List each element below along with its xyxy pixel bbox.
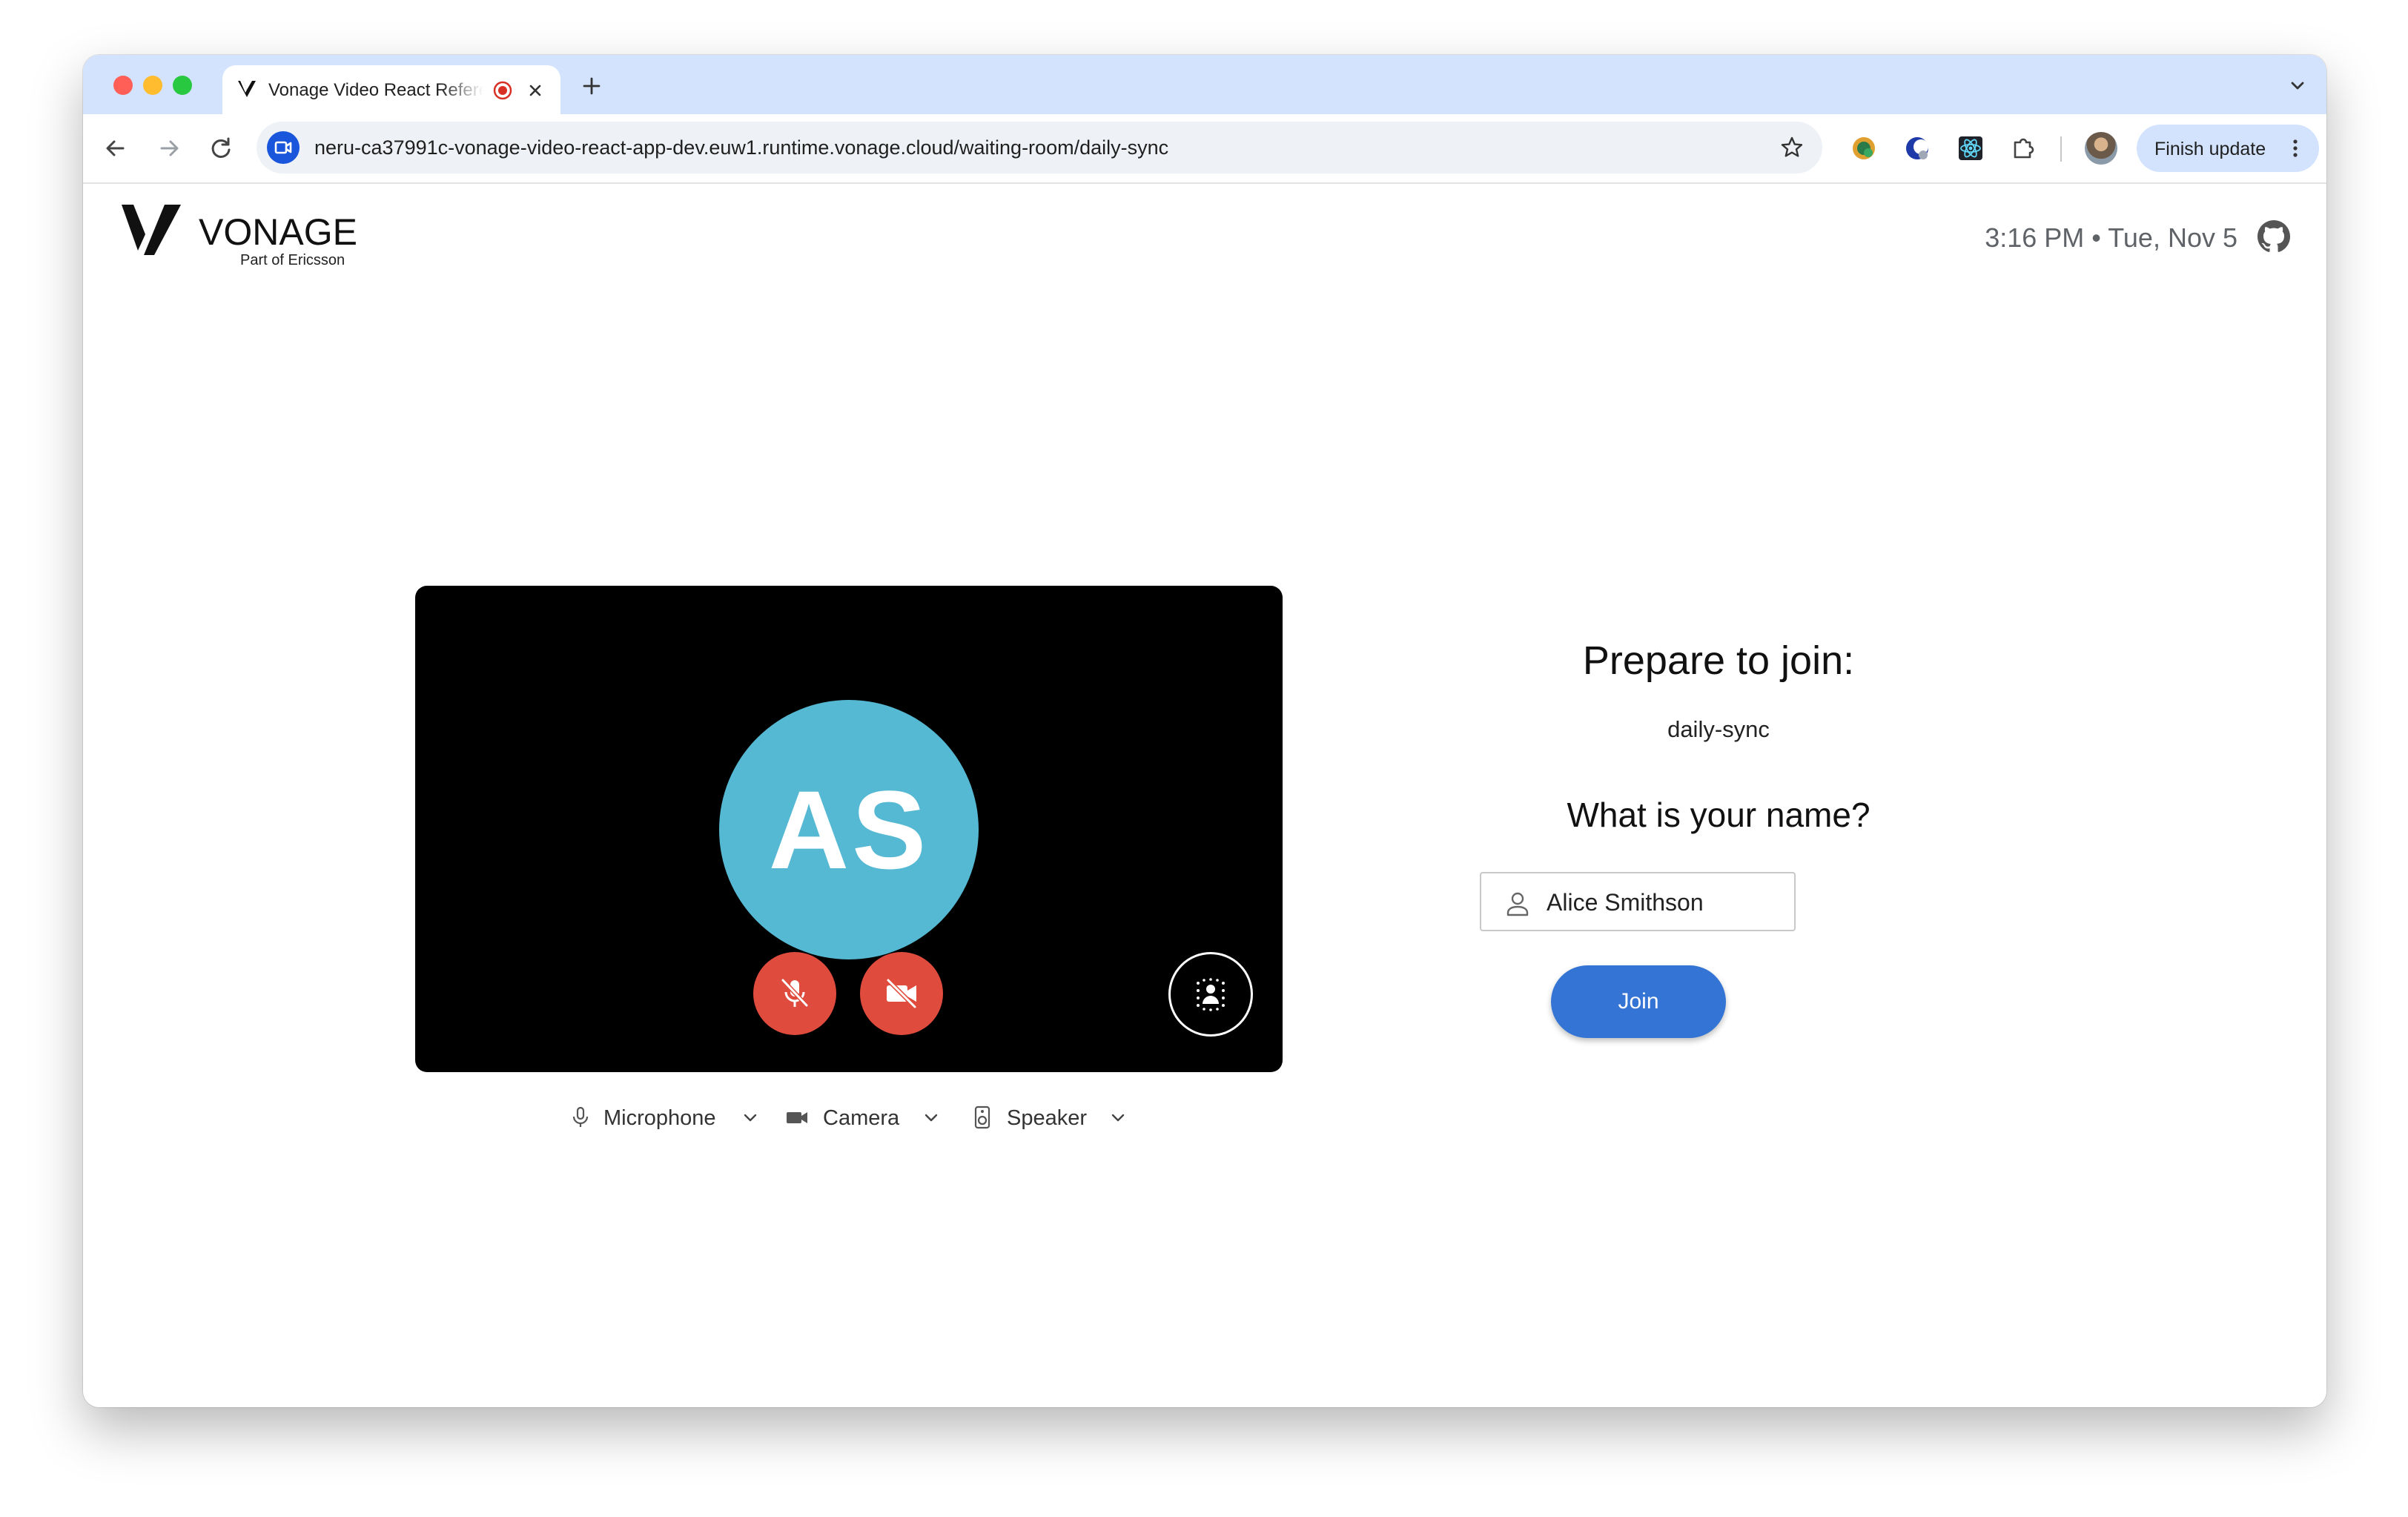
finish-update-label: Finish update <box>2154 139 2266 159</box>
mute-microphone-button[interactable] <box>753 952 836 1035</box>
camera-off-icon <box>886 978 917 1009</box>
kebab-menu-icon[interactable] <box>2283 136 2307 160</box>
prepare-title: Prepare to join: <box>1582 638 1855 683</box>
github-icon[interactable] <box>2255 218 2292 255</box>
name-input[interactable] <box>1547 884 1784 921</box>
toggle-camera-button[interactable] <box>860 952 943 1035</box>
room-name: daily-sync <box>1667 716 1770 742</box>
close-icon[interactable] <box>525 80 546 101</box>
microphone-icon <box>572 1106 589 1127</box>
toolbar-divider <box>2060 136 2062 162</box>
tab-active[interactable]: Vonage Video React Reference App <box>222 65 560 114</box>
reload-icon[interactable] <box>205 132 237 165</box>
vonage-v-icon <box>238 81 256 97</box>
speaker-label: Speaker <box>1007 1106 1088 1130</box>
react-devtools-icon[interactable] <box>1954 132 1987 165</box>
bookmark-star-icon[interactable] <box>1778 133 1806 162</box>
minimize-window-button[interactable] <box>143 76 162 95</box>
back-arrow-icon[interactable] <box>99 132 132 165</box>
speaker-selector[interactable]: Speaker <box>970 1099 1155 1136</box>
close-window-button[interactable] <box>113 76 133 95</box>
camera-icon <box>787 1112 807 1123</box>
forward-arrow-icon[interactable] <box>153 132 185 165</box>
speaker-icon <box>974 1105 990 1129</box>
tab-title: Vonage Video React Reference App <box>268 80 483 100</box>
maximize-window-button[interactable] <box>173 76 192 95</box>
user-avatar: AS <box>719 700 979 959</box>
puzzle-icon[interactable] <box>2008 132 2040 165</box>
chevron-down-icon[interactable] <box>2285 73 2310 98</box>
finish-update-button[interactable]: Finish update <box>2137 125 2319 172</box>
camera-selector[interactable]: Camera <box>784 1099 947 1136</box>
date-time: 3:16 PM • Tue, Nov 5 <box>1985 222 2237 253</box>
name-field[interactable] <box>1480 872 1796 931</box>
extension-icon-1[interactable] <box>1848 132 1880 165</box>
microphone-off-icon <box>781 978 809 1008</box>
address-bar[interactable]: neru-ca37991c-vonage-video-react-app-dev… <box>257 122 1822 173</box>
name-question: What is your name? <box>1567 796 1870 834</box>
brand-subtitle: Part of Ericsson <box>240 252 345 268</box>
chevron-down-icon <box>924 1114 938 1122</box>
microphone-label: Microphone <box>603 1106 716 1130</box>
video-preview: AS <box>415 586 1283 1072</box>
browser-window: Vonage Video React Reference App <box>83 55 2326 1407</box>
url-text[interactable]: neru-ca37991c-vonage-video-react-app-dev… <box>314 136 1168 159</box>
chevron-down-icon <box>744 1114 757 1122</box>
background-blur-icon <box>1197 978 1225 1011</box>
vonage-logo[interactable]: VONAGE Part of Ericsson <box>122 202 374 276</box>
camera-label: Camera <box>823 1106 900 1130</box>
extension-icon-2[interactable] <box>1901 132 1934 165</box>
browser-toolbar: neru-ca37991c-vonage-video-react-app-dev… <box>83 114 2326 184</box>
chevron-down-icon <box>1111 1114 1125 1122</box>
tab-strip: Vonage Video React Reference App <box>83 55 2326 114</box>
page-content: VONAGE Part of Ericsson 3:16 PM • Tue, N… <box>83 185 2326 1407</box>
plus-icon[interactable] <box>580 74 603 98</box>
join-button[interactable]: Join <box>1551 965 1726 1038</box>
brand-name: VONAGE <box>199 211 357 253</box>
background-effects-button[interactable] <box>1168 952 1253 1037</box>
person-icon <box>1506 892 1529 916</box>
profile-avatar[interactable] <box>2085 132 2117 165</box>
site-camera-icon[interactable] <box>267 131 300 164</box>
vonage-v-icon <box>122 205 181 255</box>
record-icon <box>493 81 512 100</box>
